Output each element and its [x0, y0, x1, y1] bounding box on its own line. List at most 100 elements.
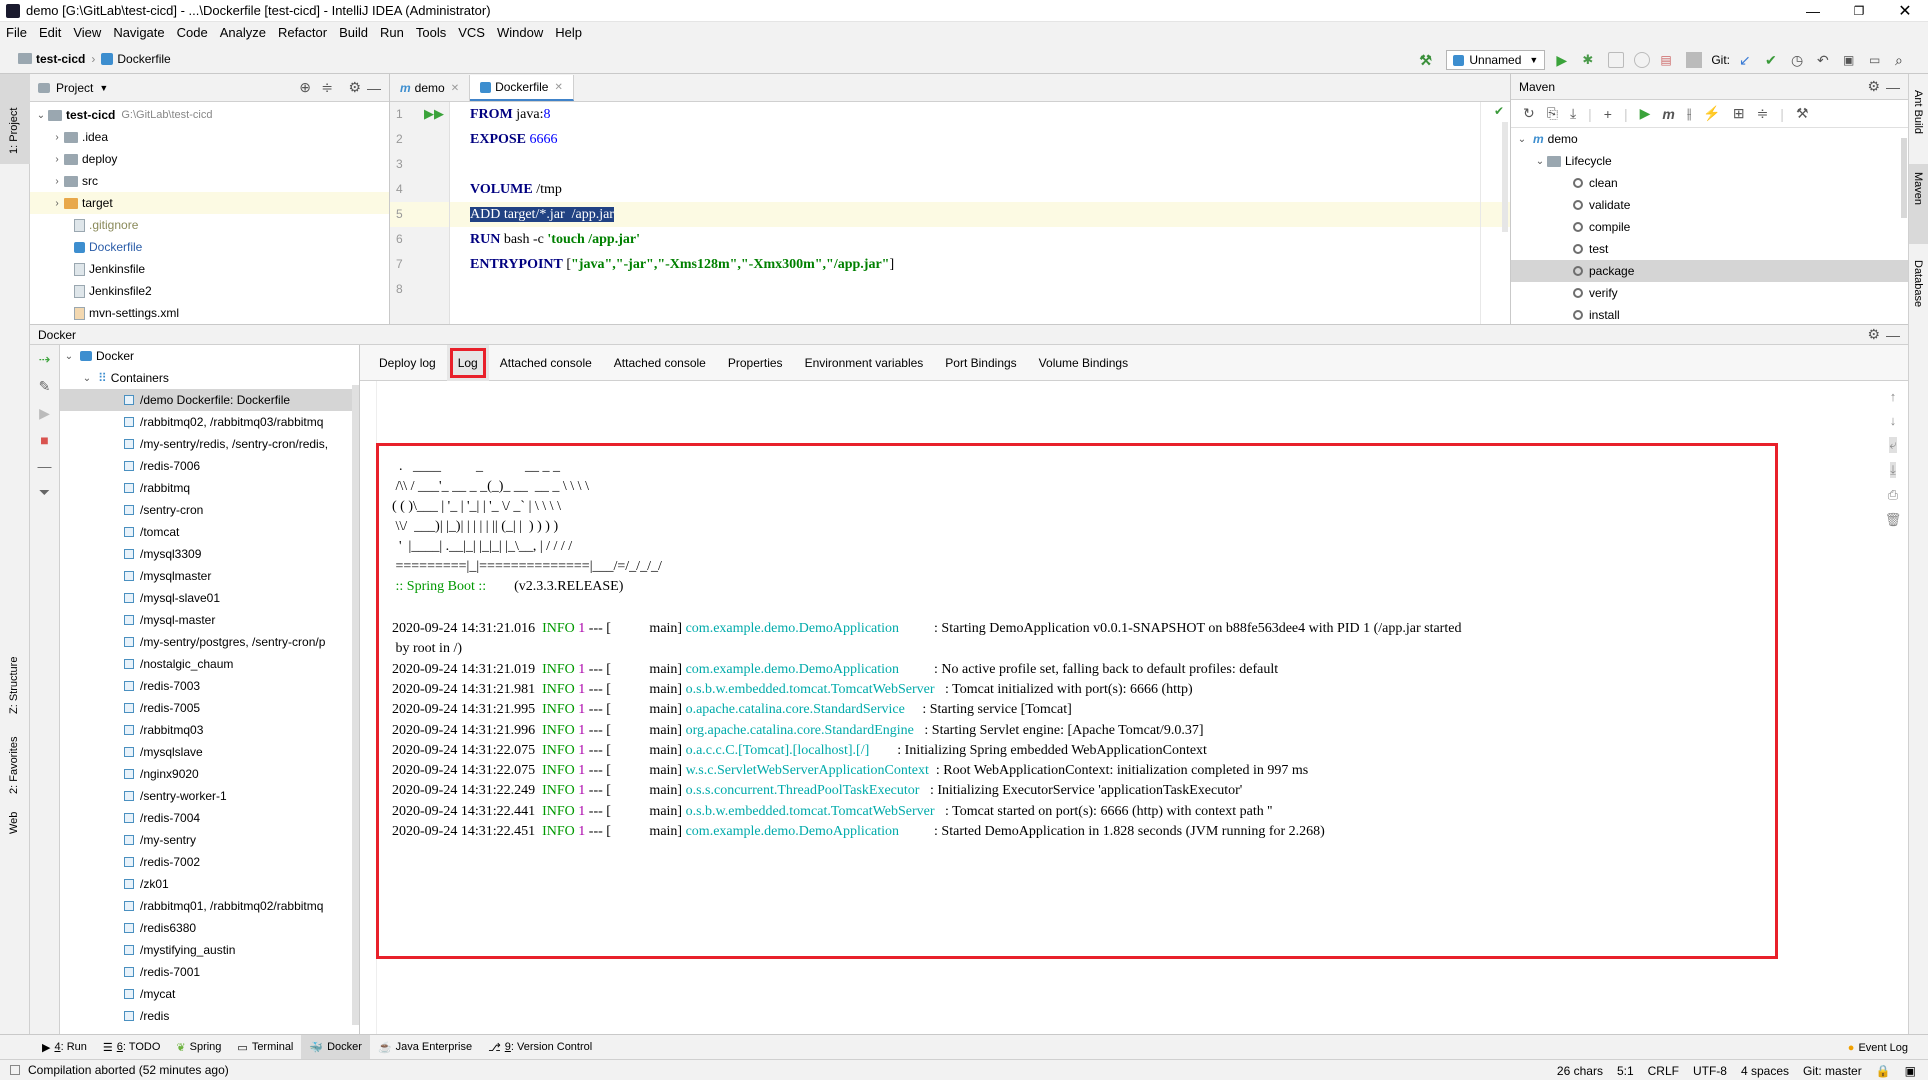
container-item[interactable]: /my-sentry [60, 829, 359, 851]
phase-validate[interactable]: validate [1511, 194, 1908, 216]
tab-port-bindings[interactable]: Port Bindings [934, 345, 1027, 381]
docker-tool-button[interactable]: 🐳 Docker [301, 1034, 370, 1060]
chevron-down-icon[interactable]: ⌄ [34, 110, 48, 121]
container-item[interactable]: /tomcat [60, 521, 359, 543]
container-item[interactable]: /zk01 [60, 873, 359, 895]
menu-navigate[interactable]: Navigate [107, 22, 170, 44]
toggle-offline-icon[interactable]: ⫲ [1687, 105, 1692, 122]
hide-icon[interactable]: — [1886, 79, 1900, 95]
tab-demo[interactable]: m demo ✕ [390, 75, 471, 101]
ant-build-tool-label[interactable]: Ant Build [1912, 90, 1924, 134]
indent-setting[interactable]: 4 spaces [1741, 1064, 1789, 1078]
debug-icon[interactable]: ✱ [1582, 52, 1598, 68]
container-item[interactable]: /redis-7004 [60, 807, 359, 829]
tab-volume-bindings[interactable]: Volume Bindings [1028, 345, 1139, 381]
java-enterprise-tool-button[interactable]: ☕ Java Enterprise [370, 1035, 480, 1060]
menu-window[interactable]: Window [491, 22, 549, 44]
build-hammer-icon[interactable]: ⚒ [1419, 52, 1435, 68]
add-icon[interactable]: + [1604, 106, 1612, 122]
stop-icon[interactable] [1686, 52, 1703, 68]
tree-item-target[interactable]: › target [30, 192, 389, 214]
maven-tool-button[interactable]: Maven [1909, 164, 1928, 244]
container-item[interactable]: /sentry-cron [60, 499, 359, 521]
event-log-button[interactable]: ● Event Log [1840, 1035, 1916, 1060]
collapse-all-icon[interactable]: ≑ [321, 79, 333, 96]
container-item[interactable]: /demo Dockerfile: Dockerfile [60, 389, 359, 411]
gear-icon[interactable]: ⚙ [1867, 326, 1880, 343]
menu-code[interactable]: Code [171, 22, 214, 44]
run-gutter-icon[interactable]: ▶▶ [424, 106, 444, 122]
menu-view[interactable]: View [67, 22, 107, 44]
container-item[interactable]: /mysqlslave [60, 741, 359, 763]
maximize-icon[interactable]: ❐ [1836, 4, 1882, 18]
skip-tests-icon[interactable]: ⚡ [1703, 105, 1720, 122]
git-update-icon[interactable]: ↙ [1739, 52, 1755, 68]
run-icon[interactable]: ▶ [1640, 105, 1651, 122]
project-tool-button[interactable]: 1: Project [0, 74, 30, 164]
tree-item-mvn-settings[interactable]: mvn-settings.xml [30, 302, 389, 324]
hide-icon[interactable]: — [1886, 327, 1900, 343]
container-item[interactable]: /my-sentry/redis, /sentry-cron/redis, [60, 433, 359, 455]
menu-vcs[interactable]: VCS [452, 22, 491, 44]
status-toggle-icon[interactable] [10, 1065, 20, 1075]
menu-file[interactable]: File [0, 22, 33, 44]
close-icon[interactable]: ✕ [1882, 1, 1928, 21]
tree-item-gitignore[interactable]: .gitignore [30, 214, 389, 236]
soft-wrap-icon[interactable]: ⤶ [1889, 437, 1897, 453]
menu-help[interactable]: Help [549, 22, 588, 44]
code-view[interactable]: FROM java:8 EXPOSE 6666 VOLUME /tmp ADD … [450, 102, 1510, 324]
container-item[interactable]: /mysql3309 [60, 543, 359, 565]
chevron-down-icon[interactable]: ⌄ [80, 373, 94, 384]
line-separator[interactable]: CRLF [1648, 1064, 1679, 1078]
menu-edit[interactable]: Edit [33, 22, 67, 44]
container-item[interactable]: /redis [60, 1005, 359, 1027]
breadcrumb-file[interactable]: Dockerfile [117, 52, 170, 66]
docker-tree-scrollbar[interactable] [352, 385, 359, 1025]
reload-icon[interactable]: ↻ [1523, 105, 1535, 122]
spring-tool-button[interactable]: ❦ Spring [168, 1035, 229, 1060]
print-icon[interactable]: ⎙ [1888, 487, 1898, 503]
generate-sources-icon[interactable]: ⎘ [1547, 105, 1558, 122]
favorites-tool-label[interactable]: 2: Favorites [8, 737, 20, 794]
container-item[interactable]: /redis6380 [60, 917, 359, 939]
container-item[interactable]: /mysqlmaster [60, 565, 359, 587]
scroll-down-icon[interactable]: ↓ [1890, 413, 1897, 428]
file-encoding[interactable]: UTF-8 [1693, 1064, 1727, 1078]
container-item[interactable]: /rabbitmq02, /rabbitmq03/rabbitmq [60, 411, 359, 433]
filter-icon[interactable]: ⏷ [39, 484, 50, 501]
trash-icon[interactable]: 🗑 [1885, 512, 1902, 528]
start-icon[interactable]: ▶ [39, 405, 50, 422]
editor-scrollbar[interactable] [1502, 122, 1508, 232]
chevron-right-icon[interactable]: › [50, 132, 64, 143]
container-item[interactable]: /mysql-slave01 [60, 587, 359, 609]
chevron-right-icon[interactable]: › [50, 198, 64, 209]
tab-log[interactable]: Log [446, 344, 489, 381]
close-icon[interactable]: ✕ [451, 83, 459, 94]
chevron-right-icon[interactable]: › [50, 176, 64, 187]
tab-attached-console[interactable]: Attached console [489, 345, 603, 381]
container-item[interactable]: /rabbitmq01, /rabbitmq02/rabbitmq [60, 895, 359, 917]
containers-node[interactable]: ⌄ ⠿ Containers [60, 367, 359, 389]
search-icon[interactable]: ⌕ [1895, 52, 1911, 68]
phase-compile[interactable]: compile [1511, 216, 1908, 238]
tab-dockerfile[interactable]: Dockerfile ✕ [470, 75, 574, 101]
status-message[interactable]: Compilation aborted (52 minutes ago) [28, 1063, 229, 1077]
tab-properties[interactable]: Properties [717, 345, 794, 381]
edit-icon[interactable]: ✎ [39, 378, 51, 395]
memory-icon[interactable]: ▣ [1905, 1064, 1916, 1078]
container-item[interactable]: /redis-7006 [60, 455, 359, 477]
tab-environment-variables[interactable]: Environment variables [794, 345, 935, 381]
phase-verify[interactable]: verify [1511, 282, 1908, 304]
chevron-right-icon[interactable]: › [50, 154, 64, 165]
deploy-icon[interactable]: ⇢ [39, 351, 51, 368]
scroll-up-icon[interactable]: ↑ [1890, 389, 1897, 404]
menu-refactor[interactable]: Refactor [272, 22, 333, 44]
maven-root[interactable]: ⌄ m demo [1511, 128, 1908, 150]
database-tool-label[interactable]: Database [1912, 260, 1924, 307]
coverage-icon[interactable] [1608, 52, 1625, 68]
git-branch[interactable]: Git: master [1803, 1064, 1862, 1078]
container-item[interactable]: /nostalgic_chaum [60, 653, 359, 675]
chevron-down-icon[interactable]: ⌄ [62, 351, 76, 362]
todo-tool-button[interactable]: ☰ 6: TODO [95, 1035, 169, 1060]
revert-icon[interactable]: ↶ [1817, 52, 1833, 68]
